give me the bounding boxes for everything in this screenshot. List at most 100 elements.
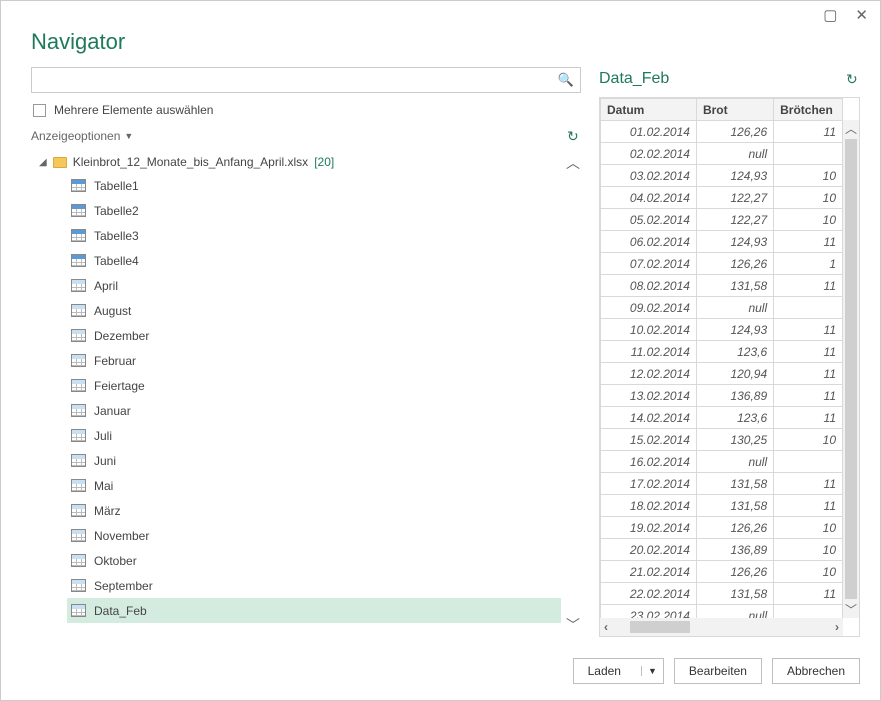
tree-item[interactable]: Tabelle4 — [67, 248, 561, 273]
tree-item[interactable]: Tabelle2 — [67, 198, 561, 223]
table-icon — [71, 554, 86, 567]
cell: 11 — [774, 473, 843, 495]
close-icon[interactable]: ✕ — [855, 8, 868, 23]
cell: null — [696, 143, 773, 165]
cell: 20.02.2014 — [601, 539, 697, 561]
tree-item-label: Tabelle4 — [94, 254, 139, 268]
grid-scrollbar-horizontal[interactable]: ‹ › — [600, 618, 843, 636]
display-options-dropdown[interactable]: Anzeigeoptionen ▼ — [31, 129, 133, 143]
tree-item[interactable]: Juni — [67, 448, 561, 473]
tree-item[interactable]: März — [67, 498, 561, 523]
table-row[interactable]: 02.02.2014null — [601, 143, 843, 165]
cell: 10 — [774, 517, 843, 539]
scroll-left-icon[interactable]: ‹ — [600, 620, 612, 634]
tree-item-label: Mai — [94, 479, 113, 493]
cell: 122,27 — [696, 209, 773, 231]
cell: 14.02.2014 — [601, 407, 697, 429]
tree-item[interactable]: Oktober — [67, 548, 561, 573]
cell: 124,93 — [696, 319, 773, 341]
table-row[interactable]: 04.02.2014122,2710 — [601, 187, 843, 209]
scroll-thumb[interactable] — [845, 139, 857, 599]
load-dropdown-icon[interactable]: ▼ — [641, 666, 663, 676]
refresh-icon[interactable]: ↻ — [567, 129, 581, 143]
tree-item[interactable]: Data_Feb — [67, 598, 561, 623]
table-icon — [71, 254, 86, 267]
collapse-caret-icon[interactable]: ◢ — [39, 157, 47, 168]
cancel-button[interactable]: Abbrechen — [772, 658, 860, 684]
tree-item[interactable]: Januar — [67, 398, 561, 423]
table-row[interactable]: 11.02.2014123,611 — [601, 341, 843, 363]
cell: 11.02.2014 — [601, 341, 697, 363]
tree-item[interactable]: November — [67, 523, 561, 548]
table-row[interactable]: 18.02.2014131,5811 — [601, 495, 843, 517]
tree-item[interactable]: August — [67, 298, 561, 323]
scroll-right-icon[interactable]: › — [831, 620, 843, 634]
search-input[interactable]: 🔍 — [31, 67, 581, 93]
tree-scrollbar[interactable]: ︿ ﹀ — [565, 151, 581, 637]
multiselect-checkbox[interactable] — [33, 104, 46, 117]
scroll-up-icon[interactable]: ︿ — [566, 153, 580, 173]
column-header[interactable]: Datum — [601, 99, 697, 121]
table-row[interactable]: 10.02.2014124,9311 — [601, 319, 843, 341]
table-row[interactable]: 17.02.2014131,5811 — [601, 473, 843, 495]
object-tree: ◢ Kleinbrot_12_Monate_bis_Anfang_April.x… — [31, 151, 581, 637]
table-row[interactable]: 21.02.2014126,2610 — [601, 561, 843, 583]
table-row[interactable]: 06.02.2014124,9311 — [601, 231, 843, 253]
preview-refresh-icon[interactable]: ↻ — [846, 72, 860, 86]
scroll-up-icon[interactable]: ︿ — [845, 120, 857, 137]
table-row[interactable]: 12.02.2014120,9411 — [601, 363, 843, 385]
table-row[interactable]: 09.02.2014null — [601, 297, 843, 319]
cell: 11 — [774, 363, 843, 385]
edit-button[interactable]: Bearbeiten — [674, 658, 762, 684]
tree-item[interactable]: Tabelle1 — [67, 173, 561, 198]
tree-item[interactable]: Juli — [67, 423, 561, 448]
tree-item[interactable]: Tabelle3 — [67, 223, 561, 248]
table-row[interactable]: 01.02.2014126,2611 — [601, 121, 843, 143]
load-button[interactable]: Laden ▼ — [573, 658, 664, 684]
table-row[interactable]: 16.02.2014null — [601, 451, 843, 473]
tree-item-label: Tabelle2 — [94, 204, 139, 218]
tree-item[interactable]: Mai — [67, 473, 561, 498]
table-icon — [71, 604, 86, 617]
tree-item[interactable]: Feiertage — [67, 373, 561, 398]
chevron-down-icon: ▼ — [124, 131, 133, 141]
cell: 04.02.2014 — [601, 187, 697, 209]
tree-item[interactable]: April — [67, 273, 561, 298]
table-row[interactable]: 22.02.2014131,5811 — [601, 583, 843, 605]
cell: 11 — [774, 121, 843, 143]
tree-item-label: Data_Feb — [94, 604, 147, 618]
column-header[interactable]: Brötchen — [774, 99, 843, 121]
tree-root-row[interactable]: ◢ Kleinbrot_12_Monate_bis_Anfang_April.x… — [39, 151, 561, 173]
table-row[interactable]: 07.02.2014126,261 — [601, 253, 843, 275]
table-icon — [71, 579, 86, 592]
maximize-icon[interactable]: ▢ — [823, 8, 837, 23]
column-header[interactable]: Brot — [696, 99, 773, 121]
table-row[interactable]: 14.02.2014123,611 — [601, 407, 843, 429]
table-row[interactable]: 05.02.2014122,2710 — [601, 209, 843, 231]
grid-scrollbar-vertical[interactable]: ︿ ﹀ — [843, 120, 859, 618]
cell: 06.02.2014 — [601, 231, 697, 253]
table-icon — [71, 504, 86, 517]
scroll-thumb[interactable] — [630, 621, 690, 633]
search-icon: 🔍 — [558, 72, 574, 88]
tree-item-label: Tabelle1 — [94, 179, 139, 193]
cell: 11 — [774, 341, 843, 363]
cell: 11 — [774, 319, 843, 341]
tree-item[interactable]: Dezember — [67, 323, 561, 348]
scroll-down-icon[interactable]: ﹀ — [566, 615, 580, 635]
table-row[interactable]: 08.02.2014131,5811 — [601, 275, 843, 297]
table-icon — [71, 329, 86, 342]
cell: 10 — [774, 539, 843, 561]
table-row[interactable]: 15.02.2014130,2510 — [601, 429, 843, 451]
tree-item[interactable]: September — [67, 573, 561, 598]
scroll-down-icon[interactable]: ﹀ — [845, 601, 857, 618]
table-row[interactable]: 13.02.2014136,8911 — [601, 385, 843, 407]
cell: 01.02.2014 — [601, 121, 697, 143]
table-row[interactable]: 19.02.2014126,2610 — [601, 517, 843, 539]
table-row[interactable]: 20.02.2014136,8910 — [601, 539, 843, 561]
tree-item[interactable]: Februar — [67, 348, 561, 373]
table-row[interactable]: 03.02.2014124,9310 — [601, 165, 843, 187]
cell: 124,93 — [696, 165, 773, 187]
cell: 136,89 — [696, 539, 773, 561]
cell: 131,58 — [696, 495, 773, 517]
